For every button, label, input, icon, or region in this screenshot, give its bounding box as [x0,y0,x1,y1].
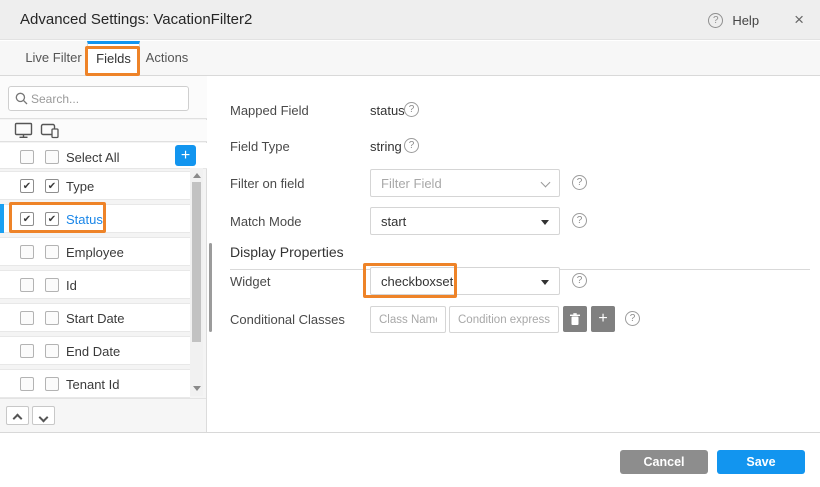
checkbox-mark: ✔ [46,213,58,226]
widget-select[interactable]: checkboxset [370,267,560,295]
select-all-web-checkbox[interactable] [20,150,34,164]
mobile-checkbox[interactable] [45,377,59,391]
field-row-start-date[interactable]: Start Date [0,303,190,332]
field-row-status[interactable]: ✔ ✔ Status [0,204,190,233]
class-name-input[interactable] [370,306,446,333]
match-mode-label: Match Mode [230,214,302,229]
help-icon[interactable]: ? [625,311,640,326]
checkbox-mark: ✔ [46,180,58,193]
title-bar: Advanced Settings: VacationFilter2 ? Hel… [0,0,820,40]
mapped-field-value: status [370,103,405,118]
field-row-tenant-id[interactable]: Tenant Id [0,369,190,398]
mobile-checkbox[interactable] [45,278,59,292]
chevron-down-icon [541,178,551,188]
search-icon [15,92,28,105]
mobile-checkbox[interactable]: ✔ [45,212,59,226]
reorder-strip [0,398,206,432]
add-field-button[interactable]: + [175,145,196,166]
field-label: Tenant Id [66,377,120,392]
widget-label: Widget [230,274,270,289]
cancel-button[interactable]: Cancel [620,450,708,474]
footer-divider [0,432,820,433]
checkbox-mark: ✔ [21,213,33,226]
filter-on-field-label: Filter on field [230,176,304,191]
search-section [0,76,207,119]
caret-down-icon [541,280,549,285]
mobile-checkbox[interactable] [45,344,59,358]
field-settings-panel: Mapped Field status ? Field Type string … [208,76,820,432]
close-icon[interactable]: × [794,0,804,40]
move-up-button[interactable] [6,406,29,425]
help-icon[interactable]: ? [572,213,587,228]
select-value: Filter Field [381,176,442,191]
help-icon[interactable]: ? [572,175,587,190]
select-all-label: Select All [66,150,119,165]
help-icon[interactable]: ? [572,273,587,288]
field-label: Type [66,179,94,194]
checkbox-mark: ✔ [21,180,33,193]
field-row-end-date[interactable]: End Date [0,336,190,365]
fields-sidebar: Select All + ✔ ✔ Type ✔ ✔ Status Employe… [0,76,207,432]
field-label: Id [66,278,77,293]
web-checkbox[interactable] [20,245,34,259]
match-mode-select[interactable]: start [370,207,560,235]
web-checkbox[interactable]: ✔ [20,212,34,226]
web-checkbox[interactable] [20,311,34,325]
field-label: Start Date [66,311,125,326]
mobile-checkbox[interactable]: ✔ [45,179,59,193]
filter-on-field-select[interactable]: Filter Field [370,169,560,197]
web-checkbox[interactable] [20,278,34,292]
scroll-up-icon[interactable] [193,173,201,178]
save-button[interactable]: Save [717,450,805,474]
help-icon[interactable]: ? [404,102,419,117]
select-all-mobile-checkbox[interactable] [45,150,59,164]
scroll-down-icon[interactable] [193,386,201,391]
help-icon[interactable]: ? [404,138,419,153]
field-type-value: string [370,139,402,154]
add-class-button[interactable]: + [591,306,615,332]
field-row-id[interactable]: Id [0,270,190,299]
condition-expression-input[interactable] [449,306,559,333]
select-value: checkboxset [381,274,453,289]
web-checkbox[interactable] [20,344,34,358]
desktop-icon[interactable] [14,122,33,139]
field-label: Status [66,212,103,227]
field-label: End Date [66,344,120,359]
device-toggle-section [0,120,207,142]
help-link[interactable]: Help [732,13,759,28]
web-checkbox[interactable] [20,377,34,391]
dialog-title: Advanced Settings: VacationFilter2 [20,0,252,40]
mobile-checkbox[interactable] [45,245,59,259]
tab-bar: Live Filter Fields Actions [0,41,820,76]
field-row-type[interactable]: ✔ ✔ Type [0,171,190,200]
list-scrollbar[interactable] [190,168,203,396]
mapped-field-label: Mapped Field [230,103,309,118]
selected-indicator [0,204,4,233]
chevron-up-icon [13,414,23,424]
tab-live-filter[interactable]: Live Filter [20,41,87,76]
scrollbar-thumb[interactable] [192,182,201,342]
help-icon[interactable]: ? [708,13,723,28]
search-input[interactable] [31,88,181,109]
conditional-classes-label: Conditional Classes [230,312,345,327]
advanced-settings-dialog: Advanced Settings: VacationFilter2 ? Hel… [0,0,820,487]
trash-icon [569,313,581,326]
field-label: Employee [66,245,124,260]
search-box[interactable] [8,86,189,111]
caret-down-icon [541,220,549,225]
tab-fields[interactable]: Fields [87,41,140,76]
field-type-label: Field Type [230,139,290,154]
field-row-employee[interactable]: Employee [0,237,190,266]
panel-scrollbar-thumb[interactable] [209,243,212,332]
chevron-down-icon [39,412,49,422]
tab-actions[interactable]: Actions [140,41,194,76]
web-checkbox[interactable]: ✔ [20,179,34,193]
mobile-checkbox[interactable] [45,311,59,325]
tablet-mobile-icon[interactable] [40,122,60,139]
delete-class-button[interactable] [563,306,587,332]
select-all-row[interactable]: Select All + [0,143,207,169]
select-value: start [381,214,406,229]
move-down-button[interactable] [32,406,55,425]
